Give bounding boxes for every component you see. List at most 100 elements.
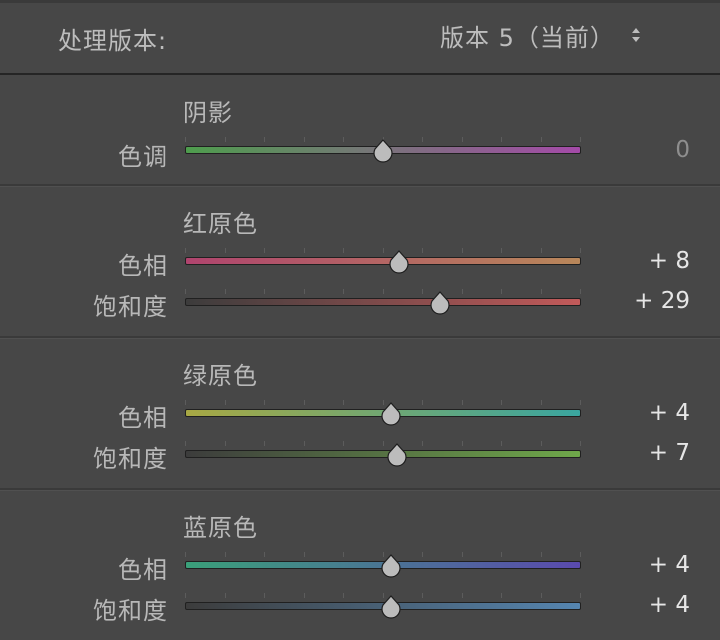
- slider-tick: [304, 289, 305, 294]
- row-value[interactable]: 0: [590, 137, 690, 163]
- red-saturation-slider[interactable]: [185, 289, 581, 315]
- slider-tick: [383, 289, 384, 294]
- slider-thumb[interactable]: [386, 443, 408, 467]
- slider-tick: [501, 289, 502, 294]
- slider-tick: [541, 400, 542, 405]
- process-version-header: 处理版本: 版本 5（当前）: [0, 3, 720, 73]
- section-title-blue: 蓝原色: [183, 514, 258, 542]
- blue-saturation-slider[interactable]: [185, 593, 581, 619]
- slider-tick: [264, 552, 265, 557]
- slider-tick: [383, 248, 384, 253]
- slider-tick: [264, 248, 265, 253]
- row-value[interactable]: + 29: [590, 288, 690, 314]
- process-version-label: 处理版本:: [58, 27, 168, 55]
- slider-tick: [185, 248, 186, 253]
- slider-tick: [422, 289, 423, 294]
- slider-tick: [580, 552, 581, 557]
- slider-thumb[interactable]: [380, 554, 402, 578]
- slider-thumb[interactable]: [429, 291, 451, 315]
- slider-thumb[interactable]: [372, 139, 394, 163]
- section-divider: [0, 336, 720, 339]
- slider-tick: [304, 400, 305, 405]
- row-value[interactable]: + 4: [590, 400, 690, 426]
- row-value[interactable]: + 8: [590, 248, 690, 274]
- slider-tick: [185, 552, 186, 557]
- slider-thumb[interactable]: [380, 402, 402, 426]
- slider-tick: [580, 248, 581, 253]
- section-title-shadows: 阴影: [183, 99, 233, 127]
- split-toning-panel: 处理版本: 版本 5（当前） 阴影 色调 0 红原色 色相 + 8 饱和度 + …: [0, 0, 720, 640]
- slider-tick: [304, 441, 305, 446]
- row-value[interactable]: + 7: [590, 440, 690, 466]
- header-divider: [0, 73, 720, 75]
- slider-tick: [580, 400, 581, 405]
- slider-tick: [462, 289, 463, 294]
- slider-tick: [541, 593, 542, 598]
- slider-tick: [343, 137, 344, 142]
- row-label: 饱和度: [93, 293, 168, 321]
- slider-tick: [343, 248, 344, 253]
- slider-tick: [264, 593, 265, 598]
- slider-tick: [501, 593, 502, 598]
- slider-tick: [225, 400, 226, 405]
- slider-tick: [185, 593, 186, 598]
- slider-tick: [501, 137, 502, 142]
- slider-tick: [580, 137, 581, 142]
- slider-tick: [304, 593, 305, 598]
- slider-tick: [501, 552, 502, 557]
- slider-tick: [541, 289, 542, 294]
- slider-track[interactable]: [185, 298, 581, 306]
- green-hue-slider[interactable]: [185, 400, 581, 426]
- row-value[interactable]: + 4: [590, 552, 690, 578]
- slider-tick: [343, 593, 344, 598]
- slider-tick: [185, 400, 186, 405]
- slider-tick: [225, 289, 226, 294]
- red-hue-slider[interactable]: [185, 248, 581, 274]
- row-label: 饱和度: [93, 597, 168, 625]
- slider-tick: [501, 441, 502, 446]
- slider-tick: [225, 552, 226, 557]
- slider-tick: [422, 552, 423, 557]
- process-version-select[interactable]: 版本 5（当前）: [440, 19, 641, 52]
- blue-hue-slider[interactable]: [185, 552, 581, 578]
- section-divider: [0, 184, 720, 187]
- slider-tick: [185, 441, 186, 446]
- slider-thumb[interactable]: [388, 250, 410, 274]
- slider-tick: [304, 248, 305, 253]
- section-title-red: 红原色: [183, 210, 258, 238]
- slider-tick: [383, 441, 384, 446]
- slider-tick: [501, 400, 502, 405]
- slider-ticks: [185, 441, 581, 447]
- section-divider: [0, 488, 720, 491]
- slider-tick: [462, 552, 463, 557]
- slider-tick: [264, 289, 265, 294]
- slider-tick: [462, 248, 463, 253]
- slider-tick: [422, 248, 423, 253]
- slider-tick: [580, 441, 581, 446]
- slider-tick: [422, 400, 423, 405]
- slider-tick: [225, 593, 226, 598]
- slider-ticks: [185, 289, 581, 295]
- slider-tick: [422, 137, 423, 142]
- slider-tick: [264, 400, 265, 405]
- slider-tick: [541, 248, 542, 253]
- row-label: 色相: [118, 404, 168, 432]
- updown-arrows-icon: [631, 28, 641, 42]
- slider-tick: [462, 593, 463, 598]
- shadows-tone-slider[interactable]: [185, 137, 581, 163]
- row-value[interactable]: + 4: [590, 592, 690, 618]
- slider-tick: [343, 400, 344, 405]
- slider-tick: [225, 248, 226, 253]
- slider-tick: [462, 441, 463, 446]
- slider-tick: [422, 593, 423, 598]
- green-saturation-slider[interactable]: [185, 441, 581, 467]
- slider-tick: [462, 137, 463, 142]
- slider-tick: [304, 552, 305, 557]
- slider-tick: [304, 137, 305, 142]
- slider-thumb[interactable]: [380, 595, 402, 619]
- process-version-value: 版本 5（当前）: [440, 23, 615, 52]
- slider-tick: [343, 289, 344, 294]
- row-label: 饱和度: [93, 445, 168, 473]
- slider-track[interactable]: [185, 257, 581, 265]
- slider-track[interactable]: [185, 450, 581, 458]
